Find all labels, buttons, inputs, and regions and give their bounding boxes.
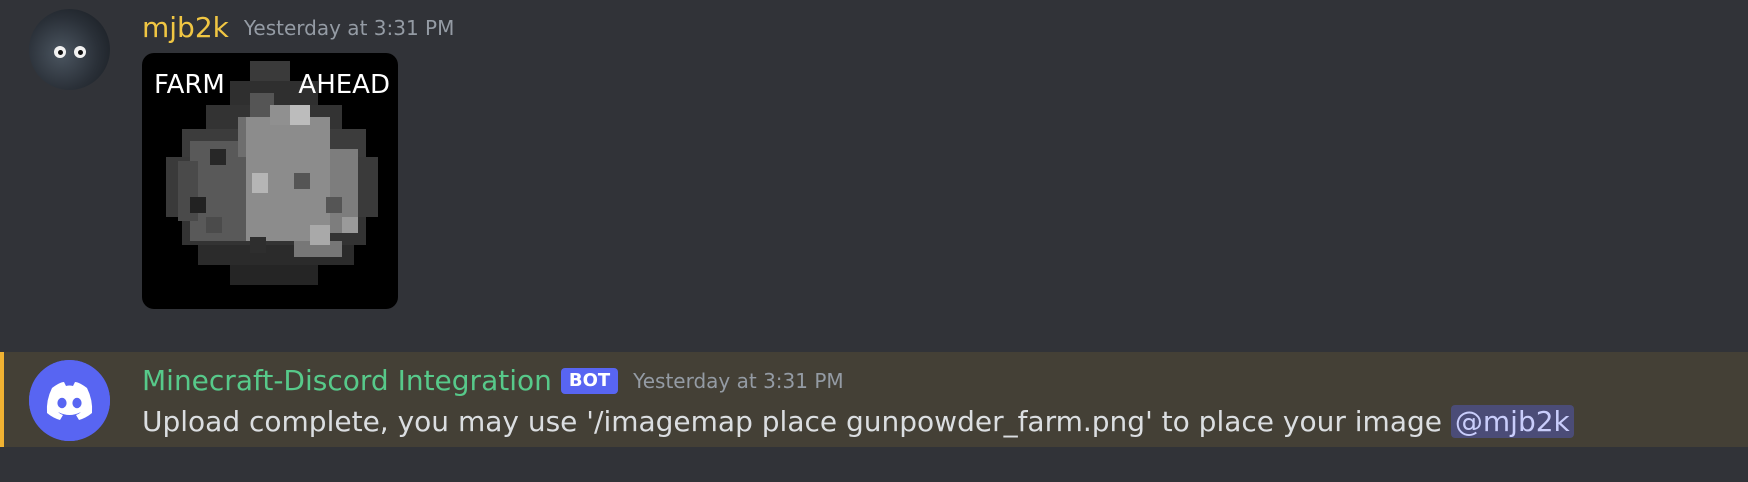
username[interactable]: mjb2k bbox=[142, 14, 229, 42]
user-avatar[interactable] bbox=[29, 9, 110, 90]
message-header: mjb2k Yesterday at 3:31 PM bbox=[142, 8, 454, 48]
avatar-eye-icon bbox=[54, 46, 66, 58]
message-content: Upload complete, you may use '/imagemap … bbox=[142, 402, 1574, 442]
mention-highlight-bar bbox=[0, 352, 4, 447]
image-caption-right: AHEAD bbox=[298, 70, 390, 100]
image-caption-left: FARM bbox=[154, 70, 225, 100]
discord-logo-icon bbox=[29, 360, 110, 441]
message-timestamp[interactable]: Yesterday at 3:31 PM bbox=[633, 371, 844, 391]
image-attachment[interactable]: FARM AHEAD bbox=[142, 53, 398, 309]
chat-message-list: mjb2k Yesterday at 3:31 PM FARM AHEAD Mi… bbox=[0, 0, 1748, 482]
message-text: Upload complete, you may use '/imagemap … bbox=[142, 405, 1442, 438]
message-timestamp[interactable]: Yesterday at 3:31 PM bbox=[244, 18, 455, 38]
username[interactable]: Minecraft-Discord Integration bbox=[142, 367, 552, 395]
avatar-eye-icon bbox=[74, 46, 86, 58]
bot-avatar[interactable] bbox=[29, 360, 110, 441]
message-header: Minecraft-Discord Integration BOT Yester… bbox=[142, 362, 844, 400]
message-item-highlighted: Minecraft-Discord Integration BOT Yester… bbox=[0, 352, 1748, 447]
message-item: mjb2k Yesterday at 3:31 PM FARM AHEAD bbox=[0, 0, 1748, 340]
user-mention[interactable]: @mjb2k bbox=[1450, 405, 1574, 438]
bot-badge: BOT bbox=[560, 368, 619, 394]
